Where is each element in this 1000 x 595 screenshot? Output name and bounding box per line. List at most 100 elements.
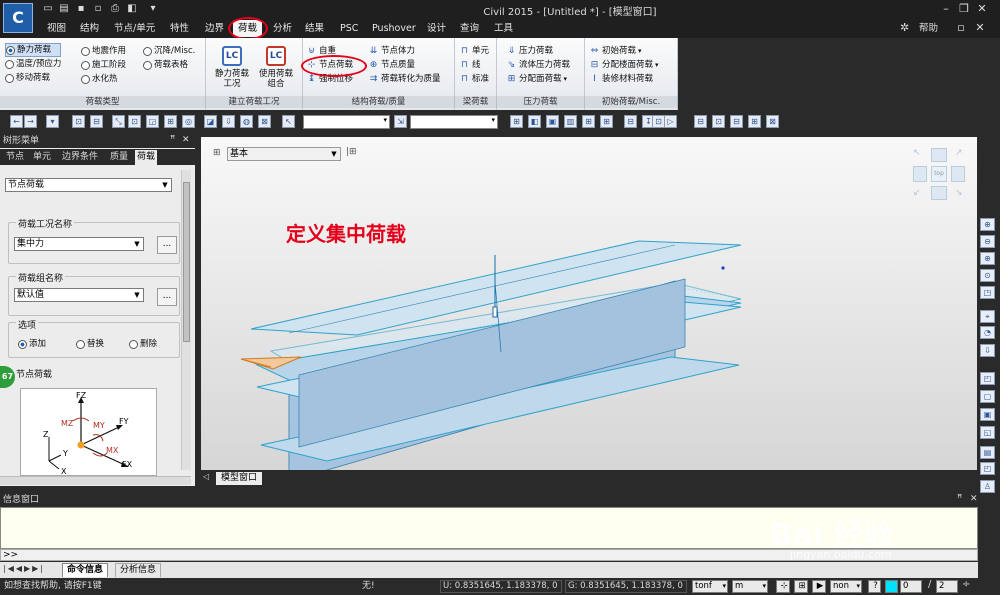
length-unit-select[interactable]: m ▾ (732, 580, 768, 593)
stepper-icon[interactable]: ÷ (962, 579, 970, 590)
zoom-tool-icon[interactable]: ▢ (980, 390, 995, 403)
page-field[interactable]: 2 (936, 580, 958, 593)
preview-icon[interactable]: ◧ (126, 3, 138, 15)
toolbar-tool-icon[interactable]: ⊞ (600, 115, 613, 128)
toolbar-tool-icon[interactable]: ⊞ (582, 115, 595, 128)
zoom-tool-icon[interactable]: ♙ (980, 480, 995, 493)
cube-top-face[interactable]: top (931, 166, 947, 182)
panel-close-icon[interactable]: ✕ (182, 135, 190, 145)
menu-item-3[interactable]: 特性 (165, 20, 194, 37)
pressure-load-button[interactable]: ⇓ 压力荷载 (506, 44, 570, 58)
toolbar-tool-icon[interactable]: ⊡ (128, 115, 141, 128)
element-beam-load-button[interactable]: ⊓ 单元 (459, 44, 489, 58)
moving-load-option[interactable]: 移动荷载 (5, 71, 61, 85)
zoom-tool-icon[interactable]: ⊖ (980, 235, 995, 248)
snap-icon[interactable]: ⊹ (776, 580, 790, 593)
doc-restore-icon[interactable]: ▫ (953, 21, 969, 35)
toolbar-tool-icon[interactable]: ⊞ (748, 115, 761, 128)
close-icon[interactable]: ✕ (974, 2, 990, 16)
menu-item-8[interactable]: PSC (335, 20, 363, 37)
zoom-tool-icon[interactable]: ⊕ (980, 218, 995, 231)
hydration-heat-option[interactable]: 水化热 (81, 72, 126, 86)
zoom-tool-icon[interactable]: ◰ (980, 462, 995, 475)
zoom-tool-icon[interactable]: ⌖ (980, 310, 995, 323)
toolbar-tool-icon[interactable]: ↖ (282, 115, 295, 128)
nodal-mass-button[interactable]: ⊕ 节点质量 (368, 58, 441, 72)
force-unit-select[interactable]: tonf ▾ (692, 580, 728, 593)
toolbar-tool-icon[interactable]: ⊞ (164, 115, 177, 128)
save-as-icon[interactable]: ▫ (92, 3, 104, 15)
toolbar-tool-icon[interactable]: ◍ (240, 115, 253, 128)
menu-item-1[interactable]: 结构 (75, 20, 104, 37)
info-pin-icon[interactable]: ꟸ (957, 494, 962, 504)
toolbar-tool-icon[interactable]: ⊟ (730, 115, 743, 128)
doc-close-icon[interactable]: ✕ (972, 21, 988, 35)
tab-analysis-info[interactable]: 分析信息 (115, 563, 162, 577)
zoom-tool-icon[interactable]: ◰ (980, 372, 995, 385)
zoom-tool-icon[interactable]: ◱ (980, 426, 995, 439)
menu-item-6[interactable]: 分析 (268, 20, 297, 37)
model-window-tab[interactable]: 模型窗口 (216, 472, 262, 485)
menu-item-9[interactable]: Pushover (367, 20, 421, 37)
menu-item-10[interactable]: 设计 (422, 20, 451, 37)
toolbar-tool-icon[interactable]: ⊡ (712, 115, 725, 128)
toolbar-tool-icon[interactable]: ⇩ (222, 115, 235, 128)
menu-item-11[interactable]: 查询 (455, 20, 484, 37)
restore-icon[interactable]: ❐ (956, 2, 972, 16)
tab-boundary[interactable]: 边界条件 (60, 150, 100, 165)
toolbar-select-1[interactable]: ▾ (303, 115, 390, 129)
distribute-area-load-button[interactable]: ⊞ 分配面荷载 ▾ (506, 72, 570, 86)
settings-gear-icon[interactable]: ✲ (900, 21, 909, 34)
toolbar-tool-icon[interactable]: ⊡ (72, 115, 85, 128)
load-combination-button[interactable]: LC 使用荷载 组合 (254, 44, 298, 89)
toolbar-tool-icon[interactable]: ⊟ (694, 115, 707, 128)
pin-icon[interactable]: ꟸ (170, 135, 175, 145)
toolbar-tool-icon[interactable]: ▥ (564, 115, 577, 128)
toolbar-tool-icon[interactable]: ⊟ (90, 115, 103, 128)
static-load-case-button[interactable]: LC 静力荷载 工况 (210, 44, 254, 89)
zoom-tool-icon[interactable]: ⊕ (980, 252, 995, 265)
tab-command-info[interactable]: 命令信息 (62, 563, 109, 577)
toolbar-select-2[interactable]: ▾ (410, 115, 498, 129)
floor-load-button[interactable]: ⊟ 分配楼面荷载 ▾ (589, 58, 659, 72)
toolbar-tool-icon[interactable]: ⊟ (624, 115, 637, 128)
toolbar-tool-icon[interactable]: ◲ (146, 115, 159, 128)
fluid-pressure-button[interactable]: ⇘ 流体压力荷载 (506, 58, 570, 72)
open-folder-icon[interactable]: ▤ (58, 3, 70, 15)
load-table-option[interactable]: 荷载表格 (143, 58, 195, 72)
zoom-tool-icon[interactable]: ▣ (980, 408, 995, 421)
finishing-material-button[interactable]: I 装修材料荷载 (589, 72, 659, 86)
menu-item-7[interactable]: 结果 (300, 20, 329, 37)
toolbar-tool-icon[interactable]: ⊠ (258, 115, 271, 128)
zoom-tool-icon[interactable]: ◔ (980, 326, 995, 339)
toolbar-tool-icon[interactable]: → (24, 115, 37, 128)
menu-item-2[interactable]: 节点/单元 (109, 20, 160, 37)
nodal-body-force-button[interactable]: ⇊ 节点体力 (368, 44, 441, 58)
print-icon[interactable]: ⎙ (109, 3, 121, 15)
number-field[interactable]: 0 (900, 580, 922, 593)
group-more-button[interactable]: ... (157, 288, 177, 306)
load-type-select[interactable]: 节点荷载 ▼ (5, 178, 172, 192)
load-case-select[interactable]: 集中力 ▼ (14, 237, 144, 251)
app-logo-icon[interactable]: C (3, 3, 33, 33)
view-cube[interactable]: top ↖ ↗ ↙ ↘ (913, 148, 965, 200)
panel-hscrollbar[interactable] (0, 476, 191, 485)
grid-snap-icon[interactable]: ⊞ (794, 580, 808, 593)
toolbar-tool-icon[interactable]: ◧ (528, 115, 541, 128)
menu-item-4[interactable]: 边界 (200, 20, 229, 37)
initial-load-button[interactable]: ⇔ 初始荷载 ▾ (589, 44, 659, 58)
save-icon[interactable]: ▪ (75, 3, 87, 15)
menu-item-0[interactable]: 视图 (42, 20, 71, 37)
toolbar-tool-icon[interactable]: ⊠ (766, 115, 779, 128)
option-delete-radio[interactable]: 删除 (129, 337, 157, 351)
option-replace-radio[interactable]: 替换 (76, 337, 104, 351)
case-more-button[interactable]: ... (157, 236, 177, 254)
static-load-option[interactable]: 静力荷载 (5, 43, 62, 57)
load-to-mass-button[interactable]: ⇉ 荷载转化为质量 (368, 72, 441, 86)
tab-node[interactable]: 节点 (4, 150, 26, 165)
temperature-prestress-option[interactable]: 温度/预应力 (5, 57, 61, 71)
zoom-tool-icon[interactable]: ⊙ (980, 269, 995, 282)
toolbar-tool-icon[interactable]: ▣ (546, 115, 559, 128)
tab-scroll-left-icon[interactable]: ◁ (203, 472, 209, 481)
tab-load[interactable]: 荷载 (135, 150, 158, 165)
